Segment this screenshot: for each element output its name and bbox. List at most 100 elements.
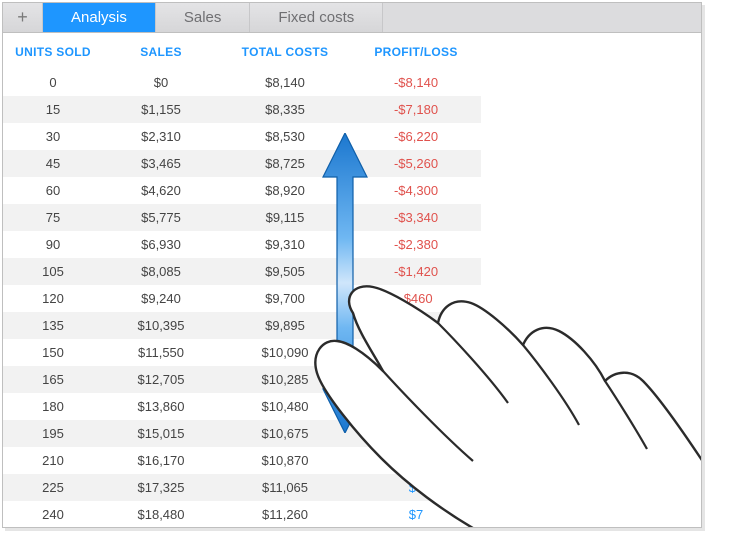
cell-sales[interactable]: $11,550: [103, 339, 219, 366]
table-row[interactable]: 15$1,155$8,335-$7,180: [3, 96, 481, 123]
cell-units[interactable]: 60: [3, 177, 103, 204]
cell-units[interactable]: 225: [3, 474, 103, 501]
cell-costs[interactable]: $9,505: [219, 258, 351, 285]
cell-costs[interactable]: $8,140: [219, 69, 351, 96]
table-row[interactable]: 0$0$8,140-$8,140: [3, 69, 481, 96]
cell-sales[interactable]: $10,395: [103, 312, 219, 339]
col-header-sales[interactable]: SALES: [103, 33, 219, 69]
cell-units[interactable]: 135: [3, 312, 103, 339]
table-row[interactable]: 180$13,860$10,480: [3, 393, 481, 420]
tab-label: Fixed costs: [278, 9, 354, 26]
table-row[interactable]: 105$8,085$9,505-$1,420: [3, 258, 481, 285]
table-row[interactable]: 90$6,930$9,310-$2,380: [3, 231, 481, 258]
cell-costs[interactable]: $9,115: [219, 204, 351, 231]
cell-pl[interactable]: [351, 312, 481, 339]
cell-units[interactable]: 165: [3, 366, 103, 393]
add-sheet-button[interactable]: +: [3, 3, 43, 32]
tab-label: Analysis: [71, 9, 127, 26]
table-row[interactable]: 210$16,170$10,870$5: [3, 447, 481, 474]
cell-costs[interactable]: $9,895: [219, 312, 351, 339]
cell-pl[interactable]: [351, 366, 481, 393]
cell-units[interactable]: 105: [3, 258, 103, 285]
cell-units[interactable]: 45: [3, 150, 103, 177]
cell-costs[interactable]: $8,725: [219, 150, 351, 177]
cell-units[interactable]: 15: [3, 96, 103, 123]
cell-pl[interactable]: -$1,420: [351, 258, 481, 285]
cell-units[interactable]: 240: [3, 501, 103, 527]
cell-pl[interactable]: -$5,260: [351, 150, 481, 177]
data-table[interactable]: UNITS SOLD SALES TOTAL COSTS PROFIT/LOSS…: [3, 33, 481, 527]
cell-units[interactable]: 150: [3, 339, 103, 366]
cell-sales[interactable]: $1,155: [103, 96, 219, 123]
col-header-units[interactable]: UNITS SOLD: [3, 33, 103, 69]
cell-sales[interactable]: $0: [103, 69, 219, 96]
cell-sales[interactable]: $2,310: [103, 123, 219, 150]
cell-pl[interactable]: -$4,300: [351, 177, 481, 204]
col-header-pl[interactable]: PROFIT/LOSS: [351, 33, 481, 69]
tab-analysis[interactable]: Analysis: [43, 3, 156, 32]
cell-costs[interactable]: $10,480: [219, 393, 351, 420]
table-row[interactable]: 75$5,775$9,115-$3,340: [3, 204, 481, 231]
cell-pl[interactable]: [351, 339, 481, 366]
table-row[interactable]: 30$2,310$8,530-$6,220: [3, 123, 481, 150]
cell-costs[interactable]: $10,675: [219, 420, 351, 447]
tab-fixed-costs[interactable]: Fixed costs: [250, 3, 383, 32]
cell-costs[interactable]: $10,090: [219, 339, 351, 366]
table-row[interactable]: 120$9,240$9,700-$460: [3, 285, 481, 312]
table-row[interactable]: 240$18,480$11,260$7: [3, 501, 481, 527]
cell-units[interactable]: 90: [3, 231, 103, 258]
cell-costs[interactable]: $8,920: [219, 177, 351, 204]
cell-units[interactable]: 180: [3, 393, 103, 420]
cell-units[interactable]: 120: [3, 285, 103, 312]
tab-label: Sales: [184, 9, 222, 26]
cell-pl[interactable]: -$3,340: [351, 204, 481, 231]
cell-sales[interactable]: $6,930: [103, 231, 219, 258]
cell-pl[interactable]: -$8,140: [351, 69, 481, 96]
cell-sales[interactable]: $17,325: [103, 474, 219, 501]
cell-sales[interactable]: $8,085: [103, 258, 219, 285]
cell-sales[interactable]: $18,480: [103, 501, 219, 527]
table-row[interactable]: 165$12,705$10,285: [3, 366, 481, 393]
cell-sales[interactable]: $15,015: [103, 420, 219, 447]
cell-costs[interactable]: $10,285: [219, 366, 351, 393]
cell-costs[interactable]: $9,700: [219, 285, 351, 312]
cell-units[interactable]: 30: [3, 123, 103, 150]
cell-costs[interactable]: $8,530: [219, 123, 351, 150]
cell-sales[interactable]: $12,705: [103, 366, 219, 393]
table-row[interactable]: 45$3,465$8,725-$5,260: [3, 150, 481, 177]
cell-sales[interactable]: $13,860: [103, 393, 219, 420]
tab-sales[interactable]: Sales: [156, 3, 251, 32]
cell-pl[interactable]: -$7,180: [351, 96, 481, 123]
cell-pl[interactable]: -$2,380: [351, 231, 481, 258]
cell-units[interactable]: 0: [3, 69, 103, 96]
table-row[interactable]: 135$10,395$9,895: [3, 312, 481, 339]
plus-icon: +: [17, 7, 28, 28]
cell-sales[interactable]: $9,240: [103, 285, 219, 312]
cell-pl[interactable]: [351, 393, 481, 420]
cell-pl[interactable]: $7: [351, 501, 481, 527]
cell-pl[interactable]: $5: [351, 447, 481, 474]
cell-costs[interactable]: $9,310: [219, 231, 351, 258]
cell-pl[interactable]: $6: [351, 474, 481, 501]
header-row: UNITS SOLD SALES TOTAL COSTS PROFIT/LOSS: [3, 33, 481, 69]
table-row[interactable]: 60$4,620$8,920-$4,300: [3, 177, 481, 204]
cell-sales[interactable]: $4,620: [103, 177, 219, 204]
col-header-costs[interactable]: TOTAL COSTS: [219, 33, 351, 69]
cell-units[interactable]: 75: [3, 204, 103, 231]
cell-costs[interactable]: $11,260: [219, 501, 351, 527]
cell-costs[interactable]: $11,065: [219, 474, 351, 501]
cell-pl[interactable]: -$6,220: [351, 123, 481, 150]
table-row[interactable]: 225$17,325$11,065$6: [3, 474, 481, 501]
table-row[interactable]: 150$11,550$10,090: [3, 339, 481, 366]
cell-units[interactable]: 210: [3, 447, 103, 474]
cell-pl[interactable]: -$460: [351, 285, 481, 312]
spreadsheet-area[interactable]: UNITS SOLD SALES TOTAL COSTS PROFIT/LOSS…: [3, 33, 701, 527]
cell-costs[interactable]: $10,870: [219, 447, 351, 474]
table-row[interactable]: 195$15,015$10,675$4,: [3, 420, 481, 447]
cell-sales[interactable]: $3,465: [103, 150, 219, 177]
cell-sales[interactable]: $16,170: [103, 447, 219, 474]
cell-sales[interactable]: $5,775: [103, 204, 219, 231]
cell-units[interactable]: 195: [3, 420, 103, 447]
cell-pl[interactable]: $4,: [351, 420, 481, 447]
cell-costs[interactable]: $8,335: [219, 96, 351, 123]
